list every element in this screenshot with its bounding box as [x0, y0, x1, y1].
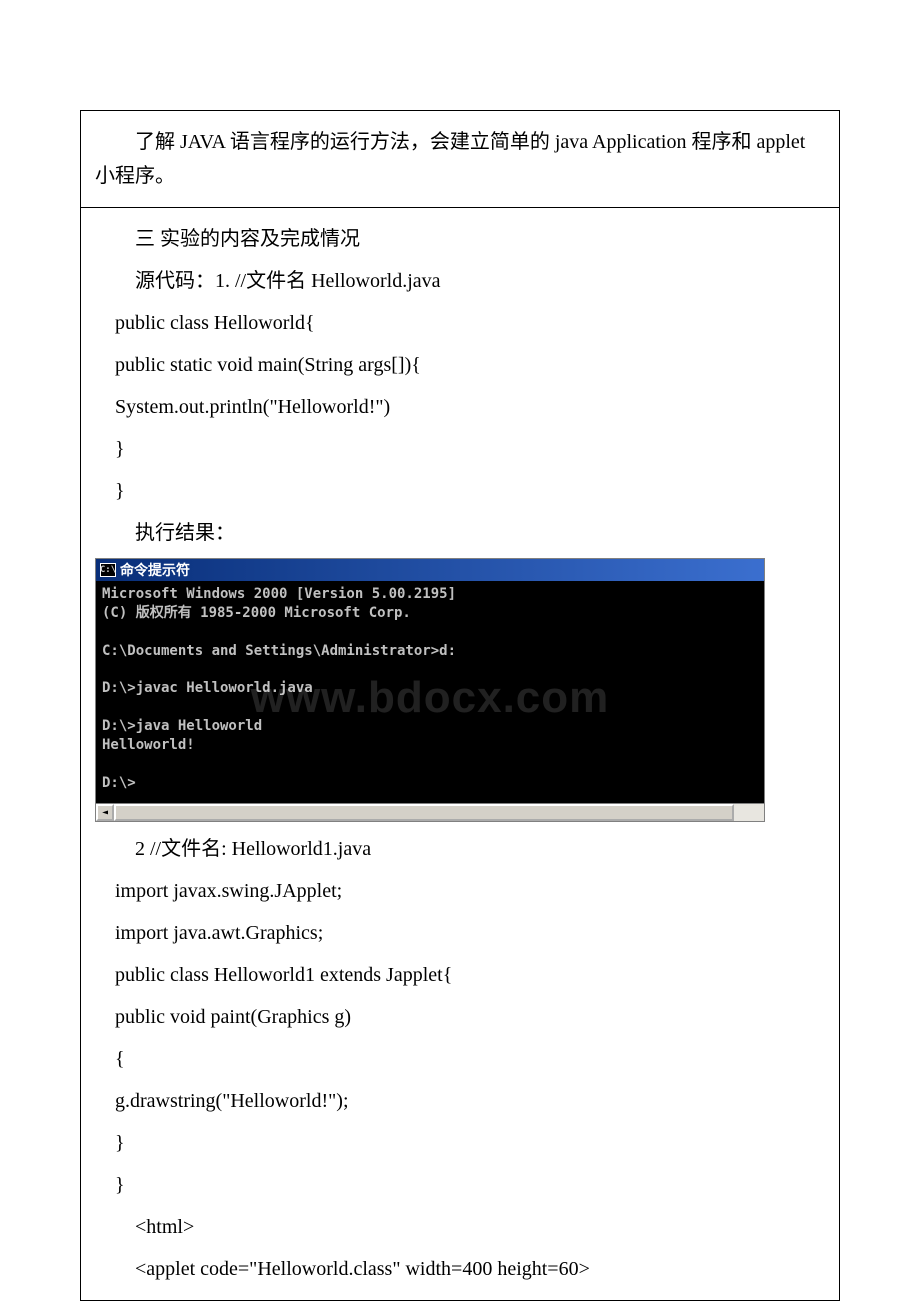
console-line: C:\Documents and Settings\Administrator>… — [102, 643, 456, 659]
code2-line: } — [95, 1126, 825, 1160]
code1-line: public static void main(String args[]){ — [95, 348, 825, 382]
source-label-1: 源代码：1. //文件名 Helloworld.java — [95, 264, 825, 298]
intro-paragraph: 了解 JAVA 语言程序的运行方法，会建立简单的 java Applicatio… — [95, 125, 825, 193]
console-output: www.bdocx.com Microsoft Windows 2000 [Ver… — [96, 581, 764, 803]
code1-line: } — [95, 474, 825, 508]
section-heading: 三 实验的内容及完成情况 — [95, 222, 825, 256]
html-line: <html> — [95, 1210, 825, 1244]
console-line: (C) 版权所有 1985-2000 Microsoft Corp. — [102, 605, 411, 621]
scroll-left-button[interactable]: ◄ — [96, 804, 114, 821]
code2-line: { — [95, 1042, 825, 1076]
code1-line: } — [95, 432, 825, 466]
source-label-2: 2 //文件名: Helloworld1.java — [95, 832, 825, 866]
code2-line: public class Helloworld1 extends Japplet… — [95, 958, 825, 992]
scroll-thumb[interactable] — [114, 804, 734, 821]
code2-line: } — [95, 1168, 825, 1202]
console-line: D:\>java Helloworld — [102, 718, 262, 734]
console-line: Helloworld! — [102, 737, 195, 753]
intro-cell: 了解 JAVA 语言程序的运行方法，会建立简单的 java Applicatio… — [81, 111, 840, 208]
watermark-text: www.bdocx.com — [251, 668, 610, 727]
content-cell: 三 实验的内容及完成情况 源代码：1. //文件名 Helloworld.jav… — [81, 208, 840, 1301]
document-table: 了解 JAVA 语言程序的运行方法，会建立简单的 java Applicatio… — [80, 110, 840, 1301]
command-prompt-window: C:\ 命令提示符 www.bdocx.com Microsoft Windows… — [95, 558, 765, 822]
window-title: 命令提示符 — [120, 560, 190, 580]
scroll-track-gap — [734, 804, 764, 821]
console-line: Microsoft Windows 2000 [Version 5.00.219… — [102, 586, 456, 602]
console-line: D:\> — [102, 775, 136, 791]
code1-line: public class Helloworld{ — [95, 306, 825, 340]
code1-line: System.out.println("Helloworld!") — [95, 390, 825, 424]
code2-line: g.drawstring("Helloworld!"); — [95, 1084, 825, 1118]
html-line: <applet code="Helloworld.class" width=40… — [95, 1252, 825, 1286]
horizontal-scrollbar[interactable]: ◄ — [96, 803, 764, 821]
code2-line: import javax.swing.JApplet; — [95, 874, 825, 908]
code2-line: public void paint(Graphics g) — [95, 1000, 825, 1034]
titlebar: C:\ 命令提示符 — [96, 559, 764, 581]
result-label: 执行结果： — [95, 516, 825, 550]
console-line: D:\>javac Helloworld.java — [102, 680, 313, 696]
cmd-icon: C:\ — [100, 563, 116, 577]
code2-line: import java.awt.Graphics; — [95, 916, 825, 950]
